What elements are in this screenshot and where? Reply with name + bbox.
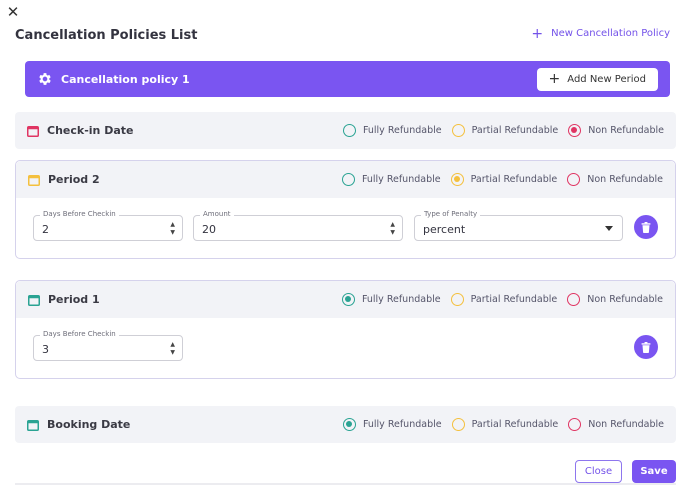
- delete-period-button[interactable]: [634, 215, 658, 239]
- row-title: Period 1: [48, 293, 100, 306]
- radio-partial-refundable[interactable]: Partial Refundable: [450, 293, 557, 306]
- policy-name: Cancellation policy 1: [61, 72, 190, 86]
- stepper-arrows-icon[interactable]: ▲ ▼: [170, 221, 175, 237]
- close-button[interactable]: Close: [575, 460, 622, 483]
- radio-non-refundable[interactable]: Non Refundable: [568, 418, 664, 431]
- divider: [15, 483, 676, 485]
- trash-icon: [641, 221, 651, 233]
- refund-radio-group: Fully Refundable Partial Refundable Non …: [332, 173, 663, 186]
- radio-fully-refundable[interactable]: Fully Refundable: [342, 124, 442, 137]
- type-of-penalty-select[interactable]: Type of Penalty percent: [414, 210, 623, 241]
- stepper-arrows-icon[interactable]: ▲ ▼: [390, 221, 395, 237]
- checkin-date-row: Check-in Date Fully Refundable Partial R…: [15, 112, 676, 149]
- plus-icon: +: [548, 71, 561, 87]
- radio-fully-refundable[interactable]: Fully Refundable: [341, 173, 441, 186]
- chevron-down-icon[interactable]: [605, 226, 613, 231]
- radio-non-refundable[interactable]: Non Refundable: [568, 124, 664, 137]
- page-title: Cancellation Policies List: [15, 28, 198, 43]
- calendar-icon: [27, 125, 39, 137]
- close-icon[interactable]: ✕: [6, 5, 20, 20]
- radio-partial-refundable[interactable]: Partial Refundable: [451, 124, 558, 137]
- row-title: Check-in Date: [47, 124, 134, 137]
- calendar-icon: [28, 174, 40, 186]
- new-policy-label: New Cancellation Policy: [551, 28, 670, 39]
- calendar-icon: [27, 419, 39, 431]
- policy-header-bar: Cancellation policy 1 + Add New Period: [25, 61, 670, 97]
- plus-icon: +: [531, 25, 544, 42]
- radio-fully-refundable[interactable]: Fully Refundable: [341, 293, 441, 306]
- period-1-card: Period 1 Fully Refundable Partial Refund…: [15, 280, 676, 379]
- radio-fully-refundable[interactable]: Fully Refundable: [342, 418, 442, 431]
- gear-icon: [39, 73, 51, 85]
- trash-icon: [641, 341, 651, 353]
- new-cancellation-policy-link[interactable]: + New Cancellation Policy: [531, 25, 670, 42]
- refund-radio-group: Fully Refundable Partial Refundable Non …: [332, 293, 663, 306]
- delete-period-button[interactable]: [634, 335, 658, 359]
- row-title: Period 2: [48, 173, 100, 186]
- radio-partial-refundable[interactable]: Partial Refundable: [450, 173, 557, 186]
- calendar-icon: [28, 294, 40, 306]
- radio-non-refundable[interactable]: Non Refundable: [567, 173, 663, 186]
- save-button[interactable]: Save: [632, 460, 676, 483]
- period-2-card: Period 2 Fully Refundable Partial Refund…: [15, 160, 676, 259]
- stepper-arrows-icon[interactable]: ▲ ▼: [170, 341, 175, 357]
- amount-field[interactable]: Amount 20 ▲ ▼: [193, 210, 403, 241]
- add-period-label: Add New Period: [567, 73, 646, 85]
- radio-non-refundable[interactable]: Non Refundable: [567, 293, 663, 306]
- refund-radio-group: Fully Refundable Partial Refundable Non …: [333, 124, 664, 137]
- days-before-checkin-field[interactable]: Days Before Checkin 2 ▲ ▼: [33, 210, 183, 241]
- period-1-header: Period 1 Fully Refundable Partial Refund…: [16, 281, 675, 318]
- days-before-checkin-field[interactable]: Days Before Checkin 3 ▲ ▼: [33, 330, 183, 361]
- radio-partial-refundable[interactable]: Partial Refundable: [451, 418, 558, 431]
- row-title: Booking Date: [47, 418, 131, 431]
- add-new-period-button[interactable]: + Add New Period: [536, 67, 658, 91]
- refund-radio-group: Fully Refundable Partial Refundable Non …: [333, 418, 664, 431]
- booking-date-row: Booking Date Fully Refundable Partial Re…: [15, 406, 676, 443]
- period-2-header: Period 2 Fully Refundable Partial Refund…: [16, 161, 675, 198]
